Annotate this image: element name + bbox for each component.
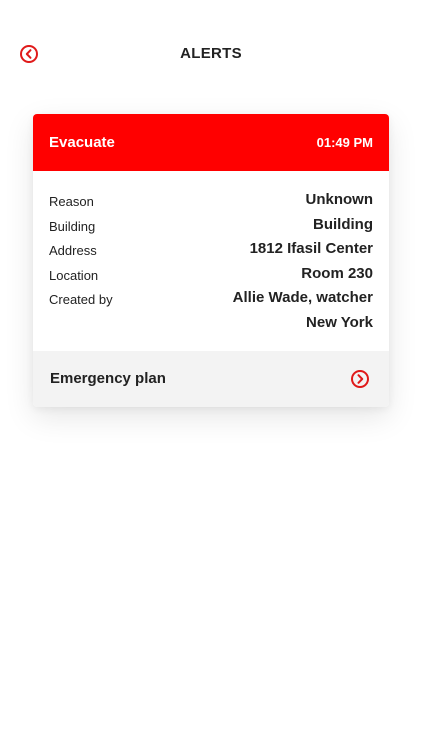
detail-value: New York (306, 313, 373, 331)
detail-value: 1812 Ifasil Center (249, 240, 373, 257)
detail-value: Unknown (305, 191, 374, 208)
detail-value: Building (313, 215, 373, 233)
emergency-plan-button[interactable]: Emergency plan (33, 351, 389, 407)
detail-label: Building (49, 218, 96, 234)
detail-row-location: Location Room 230 (49, 264, 373, 289)
detail-row-created-by: Created by Allie Wade, watcher (49, 288, 373, 313)
alert-type: Evacuate (49, 134, 115, 151)
alert-time: 01:49 PM (316, 135, 373, 150)
detail-label: Location (49, 267, 99, 283)
detail-row-created-by-city: New York (49, 313, 373, 338)
detail-value: Allie Wade, watcher (232, 289, 373, 306)
detail-label: Reason (49, 194, 94, 209)
detail-row-reason: Reason Unknown (49, 190, 373, 215)
detail-row-building: Building Building (49, 215, 373, 240)
emergency-plan-label: Emergency plan (50, 370, 166, 387)
chevron-right-circle-icon (350, 369, 370, 389)
top-bar: ALERTS (0, 0, 422, 106)
detail-label: Created by (49, 292, 113, 307)
alert-card: Evacuate 01:49 PM Reason Unknown Buildin… (33, 114, 389, 407)
page-title: ALERTS (180, 45, 242, 62)
alerts-screen: ALERTS Evacuate 01:49 PM Reason Unknown … (0, 0, 422, 750)
alert-card-header: Evacuate 01:49 PM (33, 114, 389, 171)
detail-value: Room 230 (301, 264, 373, 282)
detail-label: Address (49, 243, 97, 258)
alert-details: Reason Unknown Building Building Address… (49, 190, 373, 337)
detail-row-address: Address 1812 Ifasil Center (49, 239, 373, 264)
